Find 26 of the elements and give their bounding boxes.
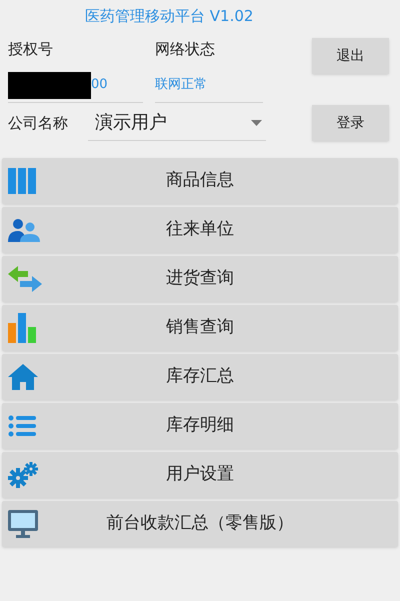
swap-arrows-icon [8,266,42,292]
home-icon [8,364,38,390]
logout-button[interactable]: 退出 [312,38,389,74]
menu-item[interactable]: 库存汇总 [2,354,398,400]
menu-item[interactable]: 商品信息 [2,158,398,204]
menu-item[interactable]: 往来单位 [2,207,398,253]
dropdown-arrow-icon [251,120,262,126]
columns-icon [8,168,36,194]
network-status: 联网正常 [155,76,207,94]
users-icon [8,218,40,242]
menu-item[interactable]: 销售查询 [2,305,398,351]
company-select[interactable]: 演示用户 [88,105,266,141]
bar-chart-icon [8,313,36,343]
license-label: 授权号 [8,39,54,60]
menu-item[interactable]: 用户设置 [2,452,398,498]
monitor-icon [8,510,38,538]
app-title: 医药管理移动平台 V1.02 [85,7,254,25]
menu-item[interactable]: 进货查询 [2,256,398,302]
company-label: 公司名称 [8,112,69,134]
license-value: 00 [91,76,108,94]
list-icon [8,415,36,437]
login-button[interactable]: 登录 [312,105,389,141]
menu-item[interactable]: 前台收款汇总（零售版） [2,501,398,547]
network-label: 网络状态 [155,39,216,60]
gears-icon [8,462,38,488]
menu-item[interactable]: 库存明细 [2,403,398,449]
